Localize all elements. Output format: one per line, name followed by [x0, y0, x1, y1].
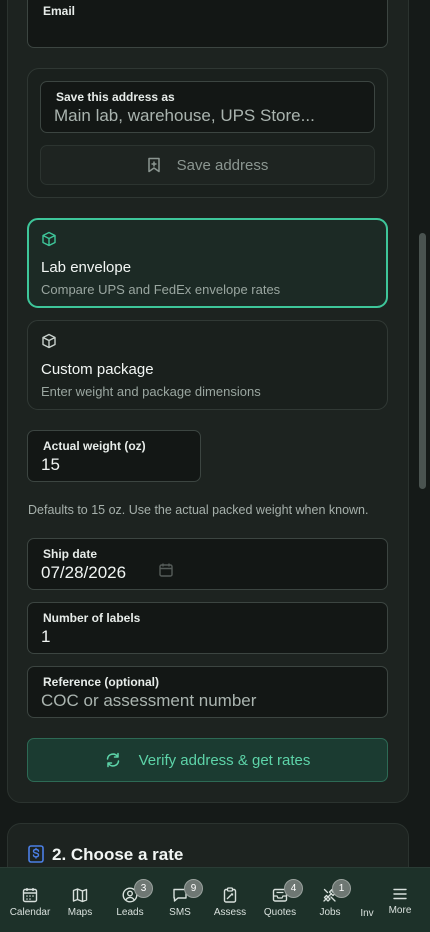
verify-address-button[interactable]: Verify address & get rates: [27, 738, 388, 782]
quotes-badge: 4: [284, 879, 303, 898]
number-of-labels-value: 1: [41, 627, 51, 646]
tab-label: SMS: [169, 907, 191, 918]
menu-icon: [392, 887, 408, 906]
package-option-subtitle: Enter weight and package dimensions: [41, 384, 261, 399]
number-of-labels-label: Number of labels: [43, 611, 141, 625]
sms-badge: 9: [184, 879, 203, 898]
choose-rate-title: 2. Choose a rate: [52, 845, 184, 864]
save-address-button-label: Save address: [176, 156, 269, 174]
map-icon: [72, 887, 88, 908]
save-address-placeholder: Main lab, warehouse, UPS Store...: [54, 106, 315, 125]
weight-label: Actual weight (oz): [43, 439, 146, 453]
package-option-subtitle: Compare UPS and FedEx envelope rates: [41, 282, 281, 297]
package-option-title: Custom package: [41, 361, 154, 378]
weight-field[interactable]: Actual weight (oz) 15: [27, 430, 201, 482]
save-address-button[interactable]: Save address: [40, 145, 375, 185]
save-address-field[interactable]: Save this address as Main lab, warehouse…: [40, 81, 375, 133]
calendar-icon[interactable]: [159, 563, 173, 582]
scrollbar[interactable]: [419, 233, 426, 489]
tab-label: Calendar: [9, 907, 51, 918]
tab-label: Leads: [116, 907, 144, 918]
bottom-tab-bar: Calendar Maps 3 Leads 9 SMS Assess 4 Quo…: [0, 867, 430, 932]
tab-leads[interactable]: 3 Leads: [110, 868, 153, 932]
ship-date-label: Ship date: [43, 547, 98, 561]
ship-date-field[interactable]: Ship date 07/28/2026: [27, 538, 388, 590]
calendar-icon: [22, 887, 38, 908]
tab-assess[interactable]: Assess: [210, 868, 250, 932]
package-option-title: Lab envelope: [41, 259, 132, 276]
tab-label: Jobs: [319, 907, 341, 918]
save-address-label: Save this address as: [56, 90, 175, 104]
reference-placeholder: COC or assessment number: [41, 691, 257, 710]
tab-label: Maps: [67, 907, 93, 918]
email-label: Email: [43, 4, 76, 18]
package-icon: [41, 231, 57, 252]
package-option-custom-package[interactable]: Custom package Enter weight and package …: [27, 320, 388, 410]
ship-date-value: 07/28/2026: [41, 563, 127, 582]
tab-sms[interactable]: 9 SMS: [160, 868, 203, 932]
weight-value: 15: [41, 455, 60, 474]
tab-label: More: [388, 905, 412, 916]
reference-label: Reference (optional): [43, 675, 160, 689]
package-icon: [41, 333, 57, 354]
tab-inv[interactable]: Inv: [356, 868, 378, 932]
number-of-labels-field[interactable]: Number of labels 1: [27, 602, 388, 654]
leads-badge: 3: [134, 879, 153, 898]
tab-quotes[interactable]: 4 Quotes: [260, 868, 303, 932]
bookmark-plus-icon: [147, 157, 161, 173]
refresh-icon: [105, 752, 121, 768]
tab-label: Inv: [360, 908, 374, 919]
tab-calendar[interactable]: Calendar: [0, 868, 60, 932]
tab-jobs[interactable]: 1 Jobs: [310, 868, 351, 932]
tab-maps[interactable]: Maps: [60, 868, 100, 932]
tab-label: Assess: [213, 907, 247, 918]
email-field[interactable]: Email: [27, 0, 388, 48]
tab-label: Quotes: [263, 907, 297, 918]
tab-more[interactable]: More: [380, 868, 420, 932]
jobs-badge: 1: [332, 879, 351, 898]
dollar-icon: [28, 845, 44, 868]
package-option-lab-envelope[interactable]: Lab envelope Compare UPS and FedEx envel…: [27, 218, 388, 308]
verify-address-button-label: Verify address & get rates: [138, 751, 311, 769]
reference-field[interactable]: Reference (optional) COC or assessment n…: [27, 666, 388, 718]
weight-helper-text: Defaults to 15 oz. Use the actual packed…: [28, 503, 369, 517]
clipboard-icon: [222, 887, 238, 908]
